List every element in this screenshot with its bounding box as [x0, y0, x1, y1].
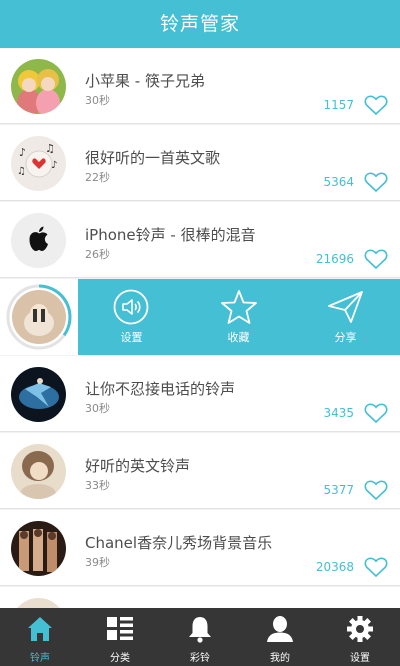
- ringtone-row[interactable]: Chanel香奈儿秀场背景音乐 39秒 20368: [0, 510, 400, 586]
- song-avatar[interactable]: ♪ ♫ ♪ ♫: [11, 136, 66, 191]
- speaker-icon: [113, 289, 149, 325]
- song-title: Chanel香奈儿秀场背景音乐: [85, 534, 273, 552]
- star-icon: [221, 290, 257, 324]
- like-count: 5377: [323, 483, 354, 497]
- ringtone-row[interactable]: ♪ ♫ ♪ ♫ 很好听的一首英文歌 22秒 5364: [0, 125, 400, 201]
- heart-icon[interactable]: [364, 248, 388, 270]
- gear-icon: [347, 616, 373, 642]
- ringtone-row[interactable]: [0, 587, 400, 608]
- song-title: 让你不忍接电话的铃声: [85, 380, 236, 398]
- tab-categories[interactable]: 分类: [80, 608, 160, 666]
- song-avatar[interactable]: [11, 444, 66, 499]
- action-label: 收藏: [227, 331, 250, 344]
- ringtone-row[interactable]: 好听的英文铃声 33秒 5377: [0, 433, 400, 509]
- ringtone-row[interactable]: iPhone铃声 - 很棒的混音 26秒 21696: [0, 202, 400, 278]
- song-duration: 39秒: [85, 556, 110, 569]
- heart-icon[interactable]: [364, 171, 388, 193]
- tab-settings[interactable]: 设置: [320, 608, 400, 666]
- song-duration: 30秒: [85, 94, 110, 107]
- action-bar: 设置 收藏 分享: [78, 279, 400, 355]
- ringtone-row[interactable]: 让你不忍接电话的铃声 30秒 3435: [0, 356, 400, 432]
- svg-text:♪: ♪: [51, 160, 57, 171]
- grid-list-icon: [107, 617, 133, 640]
- like-count: 21696: [315, 252, 354, 266]
- action-label: 设置: [120, 331, 143, 344]
- song-title: 好听的英文铃声: [85, 457, 191, 475]
- bottom-tab-bar: 铃声 分类 彩铃 我的 设置: [0, 608, 400, 666]
- home-icon: [28, 617, 52, 641]
- app-header: 铃声管家: [0, 0, 400, 48]
- song-avatar[interactable]: [11, 521, 66, 576]
- page-title: 铃声管家: [159, 13, 240, 35]
- send-icon: [328, 291, 363, 323]
- bell-icon: [189, 617, 211, 643]
- song-title: 很好听的一首英文歌: [85, 149, 221, 167]
- tab-color-ringtones[interactable]: 彩铃: [160, 608, 240, 666]
- song-avatar[interactable]: [11, 598, 66, 608]
- ringtone-settings-button[interactable]: 设置: [78, 279, 185, 355]
- song-avatar[interactable]: [11, 59, 66, 114]
- song-title: iPhone铃声 - 很棒的混音: [85, 226, 256, 244]
- heart-icon[interactable]: [364, 402, 388, 424]
- heart-icon[interactable]: [364, 556, 388, 578]
- action-label: 分享: [334, 331, 357, 344]
- tab-label: 彩铃: [190, 653, 210, 664]
- song-title: 小苹果 - 筷子兄弟: [85, 72, 205, 90]
- heart-icon[interactable]: [364, 94, 388, 116]
- playback-progress-ring: [6, 284, 72, 350]
- like-count: 5364: [323, 175, 354, 189]
- svg-text:♫: ♫: [45, 142, 55, 155]
- heart-icon[interactable]: [364, 479, 388, 501]
- favorite-button[interactable]: 收藏: [185, 279, 292, 355]
- playing-avatar-area[interactable]: [0, 279, 78, 355]
- svg-text:♪: ♪: [19, 146, 26, 159]
- share-button[interactable]: 分享: [292, 279, 399, 355]
- ringtone-list: 小苹果 - 筷子兄弟 30秒 1157 ♪ ♫ ♪ ♫ 很好听的一首英文歌 22…: [0, 48, 400, 608]
- ringtone-row[interactable]: 小苹果 - 筷子兄弟 30秒 1157: [0, 48, 400, 124]
- tab-label: 分类: [110, 653, 130, 664]
- playing-row: 设置 收藏 分享: [0, 279, 400, 355]
- like-count: 3435: [323, 406, 354, 420]
- tab-label: 我的: [270, 653, 290, 664]
- like-count: 20368: [315, 560, 354, 574]
- pause-icon: [33, 309, 37, 322]
- tab-ringtones[interactable]: 铃声: [0, 608, 80, 666]
- song-avatar[interactable]: [11, 367, 66, 422]
- song-duration: 22秒: [85, 171, 110, 184]
- tab-label: 设置: [350, 653, 370, 664]
- tab-label: 铃声: [30, 653, 50, 664]
- like-count: 1157: [323, 98, 354, 112]
- song-duration: 26秒: [85, 248, 110, 261]
- svg-text:♫: ♫: [17, 166, 26, 177]
- person-icon: [267, 616, 293, 642]
- song-duration: 30秒: [85, 402, 110, 415]
- song-duration: 33秒: [85, 479, 110, 492]
- tab-mine[interactable]: 我的: [240, 608, 320, 666]
- apple-logo-icon: [11, 213, 66, 268]
- song-avatar[interactable]: [11, 213, 66, 268]
